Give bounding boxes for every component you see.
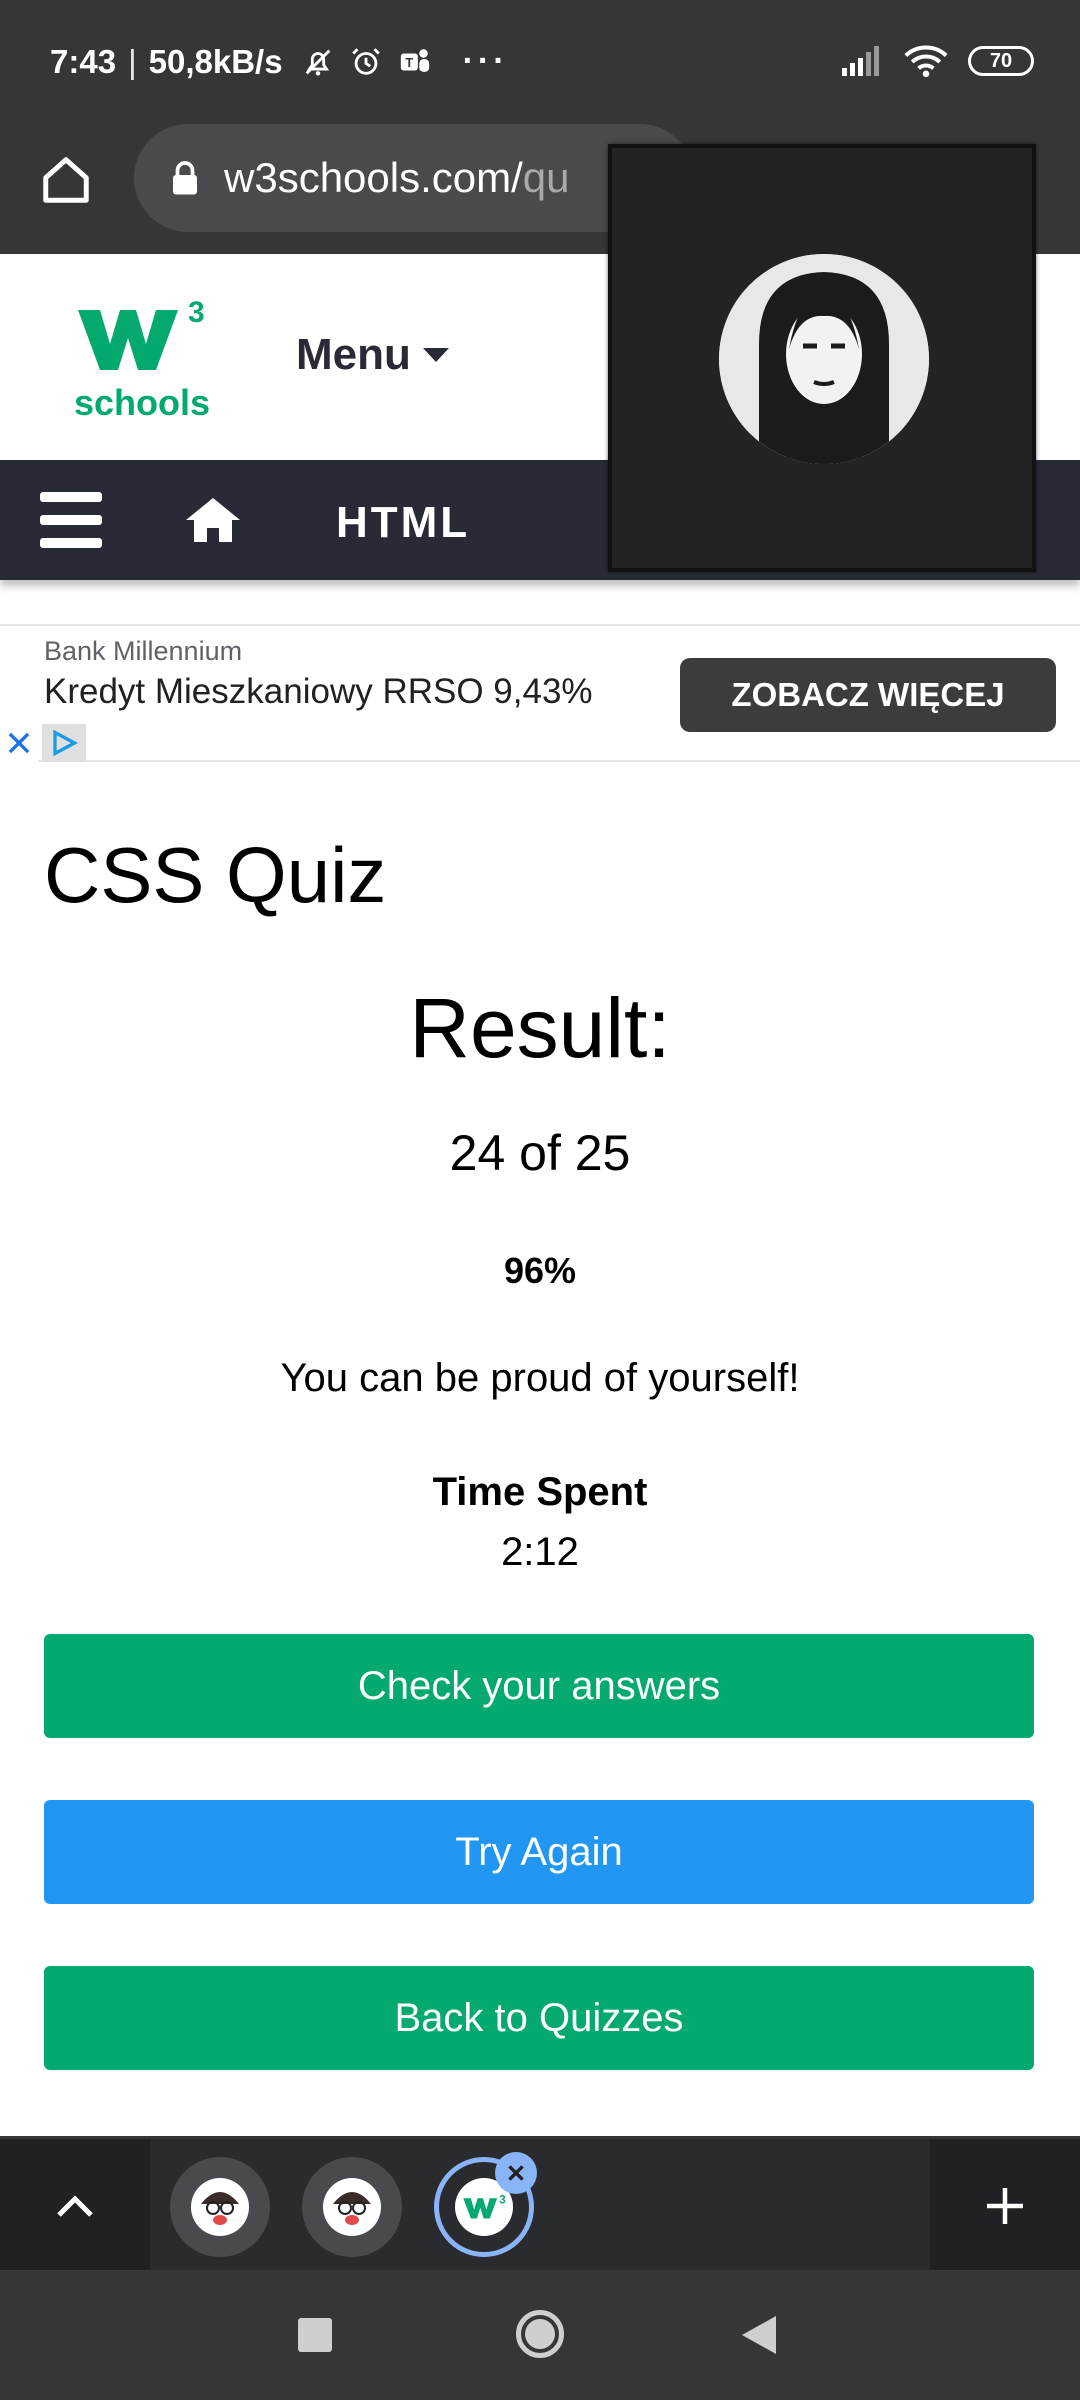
tab-switcher-strip: 3 <box>0 2136 1080 2273</box>
url-host: w3schools.com/ <box>224 154 523 201</box>
svg-text:T: T <box>405 54 413 69</box>
back-to-quizzes-button[interactable]: Back to Quizzes <box>44 1966 1034 2070</box>
menu-dropdown-button[interactable]: Menu <box>296 330 451 380</box>
check-answers-button[interactable]: Check your answers <box>44 1634 1034 1738</box>
battery-icon: 70 <box>968 46 1034 76</box>
system-nav-bar <box>0 2270 1080 2400</box>
tab-favicon-2 <box>323 2178 381 2236</box>
try-again-button[interactable]: Try Again <box>44 1800 1034 1904</box>
ad-sponsor: Bank Millennium <box>44 636 243 666</box>
tab-bubble-1[interactable] <box>170 2157 270 2257</box>
status-time: 7:43 <box>50 42 117 80</box>
tab-favicon-1 <box>191 2178 249 2236</box>
url-text: w3schools.com/qu <box>224 154 570 202</box>
plus-icon <box>987 2188 1023 2224</box>
back-button[interactable] <box>742 2316 776 2354</box>
svg-text:3: 3 <box>188 296 204 329</box>
svg-text:3: 3 <box>499 2195 505 2207</box>
home-button[interactable] <box>36 150 96 210</box>
expand-tabs-button[interactable] <box>0 2139 150 2273</box>
status-bar: 7:43 | 50,8kB/s T ··· 70 <box>0 0 1080 124</box>
wifi-icon <box>904 45 948 78</box>
caret-down-icon <box>422 348 449 362</box>
time-spent-label: Time Spent <box>432 1470 648 1514</box>
ad-close-icon[interactable] <box>0 724 38 762</box>
cartoon-face-icon <box>196 2183 244 2231</box>
cartoon-face-icon <box>328 2183 376 2231</box>
house-icon <box>186 498 240 542</box>
signal-icon <box>842 46 879 76</box>
status-right: 70 <box>842 44 1034 78</box>
ad-title: Kredyt Mieszkaniowy RRSO 9,43% <box>44 672 593 711</box>
home-icon <box>43 157 89 203</box>
status-speed: 50,8kB/s <box>148 42 283 80</box>
video-call-overlay[interactable] <box>608 144 1036 572</box>
status-icons: T <box>301 45 433 79</box>
ad-cta-button[interactable]: ZOBACZ WIĘCEJ <box>680 658 1056 732</box>
teams-icon: T <box>400 48 429 72</box>
status-left: 7:43 | 50,8kB/s T ··· <box>50 42 509 81</box>
recents-button[interactable] <box>298 2318 332 2352</box>
person-portrait-icon <box>719 254 929 464</box>
w3schools-favicon-icon: 3 <box>463 2195 506 2219</box>
result-heading: Result: <box>409 981 671 1075</box>
menu-label: Menu <box>296 330 411 379</box>
tab-bubbles: 3 <box>150 2139 930 2273</box>
score-percent: 96% <box>503 1250 577 1291</box>
nav-html-link[interactable]: HTML <box>336 498 470 548</box>
score-text: 24 of 25 <box>449 1125 631 1181</box>
battery-level: 70 <box>989 49 1013 72</box>
page-title: CSS Quiz <box>44 831 387 919</box>
status-separator: | <box>128 42 137 80</box>
result-message: You can be proud of yourself! <box>280 1356 800 1400</box>
time-spent-value: 2:12 <box>501 1530 579 1574</box>
tab-bubble-2[interactable] <box>302 2157 402 2257</box>
chevron-up-icon <box>57 2195 93 2217</box>
ad-banner[interactable]: Bank Millennium Kredyt Mieszkaniowy RRSO… <box>0 624 1080 762</box>
tab-bubble-active[interactable]: 3 <box>434 2152 537 2257</box>
home-system-button[interactable] <box>516 2310 564 2358</box>
muted-bell-icon <box>305 49 330 76</box>
lock-icon <box>173 161 197 195</box>
logo-text: schools <box>74 382 211 423</box>
adchoices-icon[interactable] <box>42 724 86 762</box>
close-tab-icon[interactable] <box>495 2152 537 2194</box>
url-path: qu <box>522 154 570 201</box>
hamburger-menu-icon[interactable] <box>40 492 102 548</box>
w3schools-logo[interactable]: 3 schools <box>74 296 214 423</box>
alarm-icon <box>351 47 380 75</box>
home-nav-icon[interactable] <box>184 496 242 544</box>
participant-avatar <box>719 254 929 464</box>
new-tab-button[interactable] <box>930 2139 1080 2273</box>
w3-logo-mark: 3 <box>78 296 205 370</box>
status-more: ··· <box>462 42 509 80</box>
